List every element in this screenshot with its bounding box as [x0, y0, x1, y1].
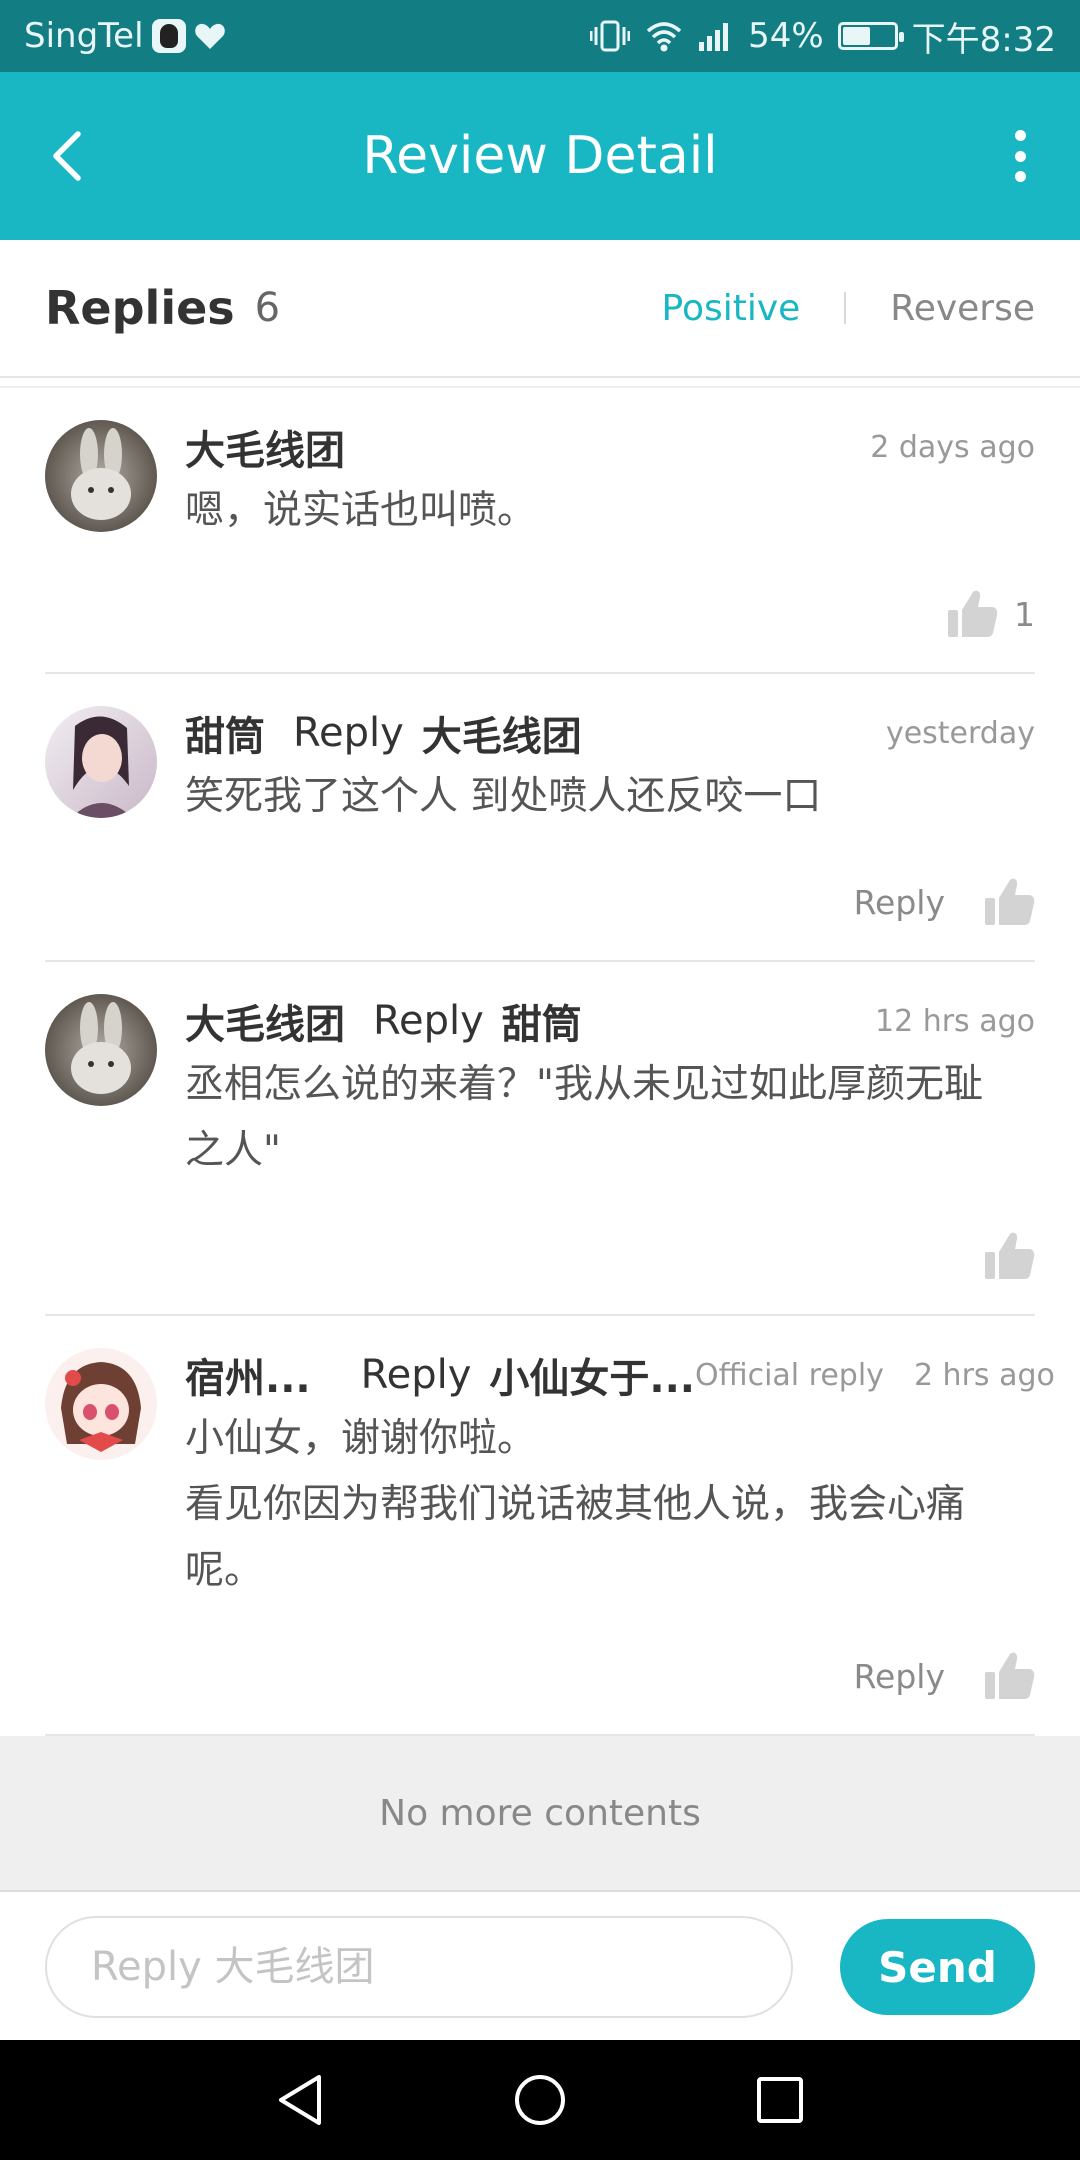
comment-text: 小仙女，谢谢你啦。 看见你因为帮我们说话被其他人说，我会心痛呢。: [185, 1406, 1035, 1604]
avatar[interactable]: [45, 420, 157, 532]
reply-button[interactable]: Reply: [854, 883, 945, 922]
replies-count: 6: [254, 285, 281, 331]
signal-icon: [699, 23, 729, 51]
comment-author[interactable]: 大毛线团: [185, 418, 345, 476]
clock: 下午8:32: [911, 19, 1056, 60]
replies-title: Replies: [45, 281, 235, 335]
end-of-list: No more contents: [0, 1736, 1080, 1890]
comment-text: 笑死我了这个人 到处喷人还反咬一口: [185, 774, 822, 819]
list-item: 宿州... Reply 小仙女于... Official reply 2 hrs…: [45, 1316, 1055, 1736]
list-item: 甜筒 Reply 大毛线团 yesterday 笑死我了这个人 到处喷人还反咬一…: [45, 674, 1035, 962]
nav-back-button[interactable]: [270, 2070, 330, 2130]
more-options-button[interactable]: [1002, 126, 1038, 186]
status-bar: SingTel 54% 下午8:32: [0, 0, 1080, 72]
list-item: 大毛线团 2 days ago 嗯，说实话也叫喷。 1: [45, 388, 1035, 674]
sort-tabs: Positive Reverse: [662, 288, 1035, 329]
reply-to-label: Reply: [293, 710, 404, 756]
comment-text: 丞相怎么说的来着？"我从未见过如此厚颜无耻之人": [185, 1062, 983, 1173]
vibrate-icon: [590, 20, 631, 52]
comment-time: 2 hrs ago: [913, 1357, 1055, 1393]
replies-header: Replies 6 Positive Reverse: [0, 240, 1080, 378]
avatar[interactable]: [45, 1348, 157, 1460]
comment-author[interactable]: 宿州...: [185, 1346, 311, 1404]
nav-recents-button[interactable]: [750, 2070, 810, 2130]
no-more-label: No more contents: [379, 1792, 701, 1834]
thumbs-up-icon[interactable]: [983, 1230, 1035, 1282]
battery-percent: 54%: [748, 16, 824, 56]
reply-target[interactable]: 小仙女于...: [489, 1346, 695, 1404]
triangle-back-icon: [279, 2075, 321, 2125]
comment-author[interactable]: 甜筒: [185, 704, 265, 762]
square-recents-icon: [757, 2077, 803, 2123]
thumbs-up-icon[interactable]: [946, 588, 998, 640]
reply-button[interactable]: Reply: [854, 1657, 945, 1696]
battery-icon: [837, 22, 904, 50]
sort-reverse-tab[interactable]: Reverse: [890, 288, 1035, 329]
heart-icon: [194, 23, 225, 49]
comment-text: 嗯，说实话也叫喷。: [185, 488, 537, 533]
system-nav-bar: [0, 2040, 1080, 2160]
more-vertical-icon: [1014, 130, 1026, 141]
app-bar: Review Detail: [0, 72, 1080, 240]
comment-author[interactable]: 大毛线团: [185, 992, 345, 1050]
reply-input[interactable]: [45, 1916, 793, 2018]
reply-to-label: Reply: [360, 1352, 472, 1398]
reply-target[interactable]: 甜筒: [502, 992, 582, 1050]
sort-divider: [844, 292, 847, 324]
circle-home-icon: [515, 2075, 565, 2125]
list-item: 大毛线团 Reply 甜筒 12 hrs ago 丞相怎么说的来着？"我从未见过…: [45, 962, 1035, 1316]
page-title: Review Detail: [362, 126, 718, 186]
qq-notification-icon: [151, 19, 186, 53]
reply-to-label: Reply: [373, 998, 484, 1044]
comment-time: 2 days ago: [870, 429, 1035, 465]
official-reply-badge: Official reply: [694, 1357, 884, 1393]
reply-input-bar: Send: [0, 1890, 1080, 2040]
comment-text-line: 小仙女，谢谢你啦。: [185, 1416, 537, 1461]
avatar[interactable]: [45, 994, 157, 1106]
reply-target[interactable]: 大毛线团: [422, 704, 582, 762]
comment-time: 12 hrs ago: [874, 1003, 1035, 1039]
nav-home-button[interactable]: [510, 2070, 570, 2130]
send-button[interactable]: Send: [840, 1919, 1035, 2015]
wifi-icon: [646, 22, 682, 52]
avatar[interactable]: [45, 706, 157, 818]
thumbs-up-icon[interactable]: [983, 1650, 1035, 1702]
thumbs-up-icon[interactable]: [983, 876, 1035, 928]
comment-text-line: 看见你因为帮我们说话被其他人说，我会心痛呢。: [185, 1482, 966, 1593]
like-count: 1: [1014, 594, 1035, 634]
carrier-name: SingTel: [24, 16, 144, 56]
sort-positive-tab[interactable]: Positive: [662, 288, 801, 329]
back-arrow-icon: [53, 131, 81, 181]
back-button[interactable]: [40, 126, 100, 186]
comment-time: yesterday: [885, 715, 1035, 751]
